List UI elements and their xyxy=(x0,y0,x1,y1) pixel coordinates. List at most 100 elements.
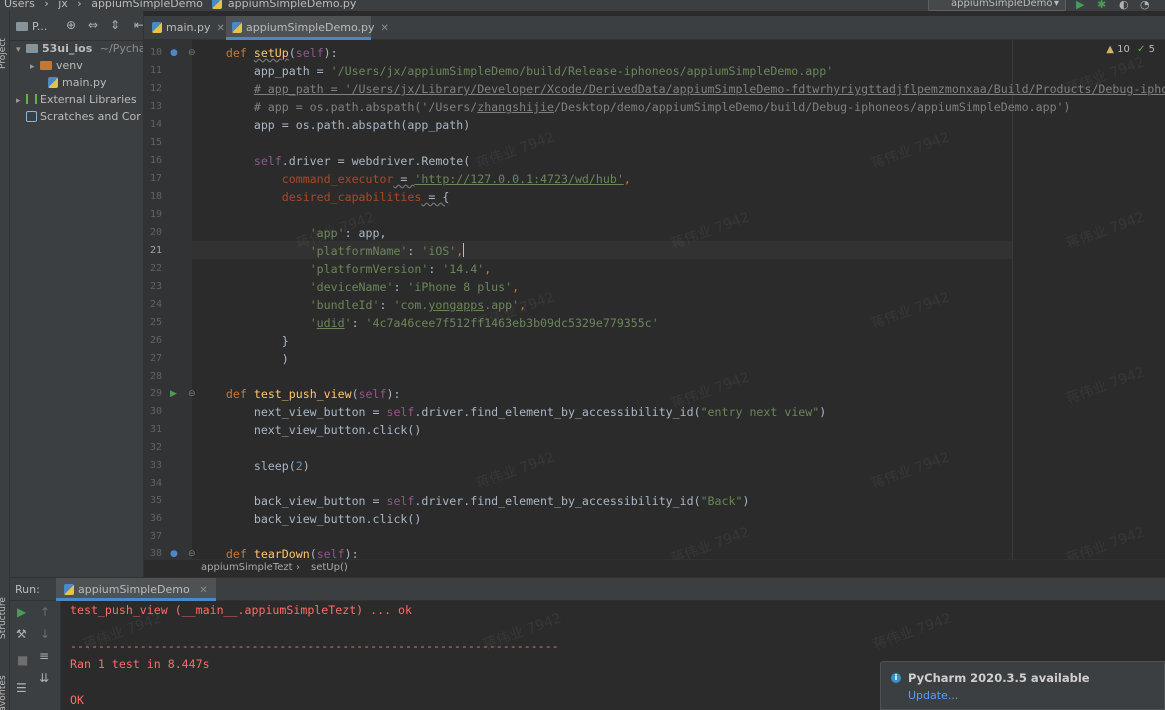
code-token: app = os.path.abspath(app_path) xyxy=(253,118,471,132)
layout-icon[interactable]: ☰ xyxy=(16,681,27,695)
run-tool-window-header: Run: appiumSimpleDemo ✕ xyxy=(10,577,1165,601)
collapse-all-icon[interactable]: ⇕ xyxy=(110,18,120,32)
python-file-icon xyxy=(152,22,162,33)
code-line-21: 'platformName': 'iOS', xyxy=(198,242,465,260)
close-icon[interactable]: ✕ xyxy=(381,23,389,34)
nav-crumb-file[interactable]: appiumSimpleDemo.py xyxy=(228,0,357,10)
soft-wrap-icon[interactable]: ≡ xyxy=(39,649,49,663)
code-token: .driver = webdriver.Remote( xyxy=(281,154,471,168)
code-line-10: def setUp(self): xyxy=(225,46,338,60)
code-token: ) xyxy=(281,352,289,366)
nav-crumb-project[interactable]: appiumSimpleDemo xyxy=(91,0,203,10)
close-icon[interactable]: ✕ xyxy=(216,23,224,34)
line-number: 18 xyxy=(149,191,162,202)
structure-tool-label[interactable]: Structure xyxy=(0,597,8,639)
profile-icon[interactable]: ◔ xyxy=(1140,0,1150,11)
watermark: 蒋伟业 7942 xyxy=(474,129,557,173)
chevron-right-icon: ▸ xyxy=(16,96,21,106)
arrow-down-icon[interactable]: ↓ xyxy=(40,627,50,641)
line-number: 23 xyxy=(149,281,162,292)
keyword: , xyxy=(623,172,631,186)
self-token: self xyxy=(253,154,282,168)
watermark: 蒋伟业 7942 xyxy=(869,129,952,173)
tree-item-main-py[interactable]: main.py xyxy=(48,76,106,93)
string-literal: "entry next view" xyxy=(700,405,820,419)
string-literal: 'iPhone 8 plus' xyxy=(407,280,513,294)
arrow-up-icon[interactable]: ↑ xyxy=(40,605,50,619)
code-token: .driver.find_element_by_accessibility_id… xyxy=(414,405,701,419)
stop-icon[interactable]: ■ xyxy=(17,653,28,667)
self-token: self xyxy=(316,547,345,559)
breadcrumb-method[interactable]: setUp() xyxy=(311,562,348,573)
wrench-icon[interactable]: ⚒ xyxy=(16,627,27,641)
tree-item-scratches[interactable]: Scratches and Cor xyxy=(26,110,141,127)
console-line: ----------------------------------------… xyxy=(70,639,559,653)
override-marker-icon[interactable]: ● xyxy=(170,545,178,559)
override-marker-icon[interactable]: ● xyxy=(170,44,178,62)
hide-panel-icon[interactable]: ⇤ xyxy=(134,18,143,32)
run-tab[interactable]: appiumSimpleDemo ✕ xyxy=(56,578,216,601)
code-token: } xyxy=(281,334,289,348)
code-token: = { xyxy=(421,190,450,204)
code-line-29: def test_push_view(self): xyxy=(225,387,401,401)
line-number: 19 xyxy=(149,209,162,220)
run-toolbar: ▶ ⚒ ■ ☰ ↑ ↓ ≡ ⇊ xyxy=(10,601,61,710)
run-config-selector[interactable]: appiumSimpleDemo ▾ xyxy=(928,0,1066,11)
keyword: , xyxy=(484,262,492,276)
code-line-35: back_view_button = self.driver.find_elem… xyxy=(198,492,750,510)
breadcrumb-class[interactable]: appiumSimpleTezt xyxy=(201,562,293,573)
nav-crumb-jx[interactable]: jx xyxy=(58,0,68,10)
tab-main-py[interactable]: main.py ✕ xyxy=(152,16,226,40)
line-number: 16 xyxy=(149,155,162,166)
fold-icon[interactable]: ⊖ xyxy=(188,44,196,62)
self-token: self xyxy=(386,494,415,508)
favorites-tool-label[interactable]: Favorites xyxy=(0,675,8,710)
project-view-selector[interactable]: P... xyxy=(32,20,47,33)
python-file-icon xyxy=(48,77,58,88)
string-literal: 'platformVersion' xyxy=(309,262,429,276)
code-token: sleep( xyxy=(253,459,296,473)
code-line-36: back_view_button.click() xyxy=(198,510,422,528)
line-number: 10 xyxy=(149,47,162,58)
debug-icon[interactable]: ✱ xyxy=(1097,0,1106,11)
fold-icon[interactable]: ⊖ xyxy=(188,385,196,403)
tab-appium-simple-demo[interactable]: appiumSimpleDemo.py ✕ xyxy=(226,16,389,40)
rerun-icon[interactable]: ▶ xyxy=(17,605,26,619)
check-icon: ✓ xyxy=(1137,44,1146,55)
line-number: 25 xyxy=(149,317,162,328)
coverage-icon[interactable]: ◐ xyxy=(1119,0,1129,11)
code-token: : xyxy=(428,262,443,276)
run-icon[interactable]: ▶ xyxy=(1076,0,1084,11)
line-number: 26 xyxy=(149,335,162,346)
code-line-14: app = os.path.abspath(app_path) xyxy=(198,116,470,134)
scroll-to-end-icon[interactable]: ⇊ xyxy=(39,671,49,685)
tree-item-root[interactable]: ▾ 53ui_ios ~/Pycha xyxy=(16,42,143,59)
close-icon[interactable]: ✕ xyxy=(199,585,207,596)
line-number: 32 xyxy=(149,442,162,453)
watermark: 蒋伟业 7942 xyxy=(869,289,952,333)
code-token: : xyxy=(351,316,366,330)
code-editor[interactable]: ▲ 10 ✓ 5 ● ⊖ ▶ ⊖ ● ⊖ def setUp(self): ap… xyxy=(144,40,1165,559)
fold-icon[interactable]: ⊖ xyxy=(188,545,196,559)
line-number: 21 xyxy=(149,245,162,256)
line-number: 29 xyxy=(149,388,162,399)
run-test-icon[interactable]: ▶ xyxy=(170,385,177,403)
code-line-31: next_view_button.click() xyxy=(198,421,422,439)
number-literal: 2 xyxy=(295,459,303,473)
expand-all-icon[interactable]: ⇔ xyxy=(88,18,98,32)
inspection-widget[interactable]: ▲ 10 ✓ 5 xyxy=(1106,44,1155,55)
line-number: 17 xyxy=(149,173,162,184)
nav-crumb-users[interactable]: Users xyxy=(4,0,35,10)
code-token: next_view_button = xyxy=(253,405,387,419)
string-literal: '/Users/jx/appiumSimpleDemo/build/Releas… xyxy=(330,64,834,78)
tree-item-external-libraries[interactable]: ▸ External Libraries xyxy=(16,93,137,110)
locate-icon[interactable]: ⊕ xyxy=(66,18,76,32)
tree-item-venv[interactable]: ▸ venv xyxy=(30,59,83,76)
code-line-23: 'deviceName': 'iPhone 8 plus', xyxy=(198,278,519,296)
update-notification[interactable]: i PyCharm 2020.3.5 available Update... xyxy=(880,661,1165,710)
string-literal: 'iOS' xyxy=(421,244,457,258)
line-number: 30 xyxy=(149,406,162,417)
update-link[interactable]: Update... xyxy=(908,689,958,702)
self-token: self xyxy=(386,405,415,419)
project-tool-label[interactable]: Project xyxy=(0,38,8,69)
